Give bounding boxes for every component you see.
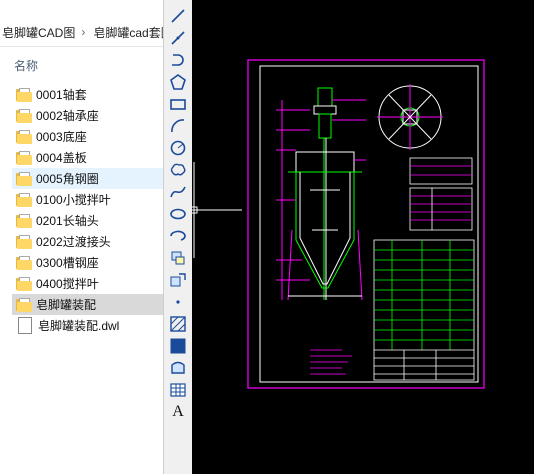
folder-item[interactable]: 0400搅拌叶 — [12, 273, 163, 294]
insert-block-icon[interactable] — [168, 248, 188, 268]
file-icon — [18, 317, 32, 334]
arc-icon[interactable] — [168, 116, 188, 136]
ellipse-arc-icon[interactable] — [168, 226, 188, 246]
folder-icon — [16, 192, 32, 207]
folder-icon — [16, 276, 32, 291]
file-list: 0001轴套 0002轴承座 0003底座 0004盖板 0005角钢圈 0100小搅拌叶… — [12, 84, 163, 336]
file-explorer-pane: 皂脚罐CAD图 › 皂脚罐cad套图 名称 0001轴套 0002轴承座 0003底… — [0, 0, 163, 474]
item-label: 0202过渡接头 — [36, 235, 111, 249]
item-label: 0300槽钢座 — [36, 256, 99, 270]
item-label: 皂脚罐装配.dwl — [38, 319, 120, 333]
arc-polyline-icon[interactable] — [168, 50, 188, 70]
drawing-frame — [259, 65, 479, 383]
folder-item[interactable]: 皂脚罐装配 — [12, 294, 163, 315]
point-icon[interactable] — [168, 292, 188, 312]
item-label: 0004盖板 — [36, 151, 87, 165]
cad-drawing — [192, 59, 485, 389]
technical-notes — [310, 349, 352, 375]
parts-list — [373, 239, 475, 381]
item-label: 0100小搅拌叶 — [36, 193, 111, 207]
folder-icon — [16, 297, 32, 312]
rectangle-icon[interactable] — [168, 94, 188, 114]
make-block-icon[interactable] — [168, 270, 188, 290]
crosshair-cursor-icon — [192, 162, 242, 258]
folder-item[interactable]: 0004盖板 — [12, 147, 163, 168]
folder-item[interactable]: 0001轴套 — [12, 84, 163, 105]
breadcrumb-separator-icon: › — [81, 25, 86, 39]
multiline-text-label: A — [172, 403, 184, 420]
breadcrumb: 皂脚罐CAD图 › 皂脚罐cad套图 — [0, 18, 163, 47]
revision-cloud-icon[interactable] — [168, 160, 188, 180]
file-item[interactable]: 皂脚罐装配.dwl — [12, 315, 163, 336]
item-label: 0003底座 — [36, 130, 87, 144]
draw-toolbar: A — [163, 0, 193, 474]
item-label: 0002轴承座 — [36, 109, 99, 123]
line-icon[interactable] — [168, 6, 188, 26]
folder-item[interactable]: 0201长轴头 — [12, 210, 163, 231]
item-label: 0001轴套 — [36, 88, 87, 102]
item-label: 0201长轴头 — [36, 214, 99, 228]
folder-item[interactable]: 0005角钢圈 — [12, 168, 163, 189]
ellipse-icon[interactable] — [168, 204, 188, 224]
folder-icon — [16, 171, 32, 186]
vessel-assembly — [276, 87, 366, 301]
folder-icon — [16, 87, 32, 102]
table-icon[interactable] — [168, 380, 188, 400]
sheet-border — [247, 59, 485, 389]
multiline-text-icon[interactable]: A — [168, 402, 188, 422]
folder-item[interactable]: 0003底座 — [12, 126, 163, 147]
item-label: 0400搅拌叶 — [36, 277, 99, 291]
polyline-icon[interactable] — [168, 28, 188, 48]
hatch-icon[interactable] — [168, 314, 188, 334]
breadcrumb-item-current[interactable]: 皂脚罐cad套图 — [93, 24, 163, 41]
gradient-icon[interactable] — [168, 336, 188, 356]
folder-item[interactable]: 0100小搅拌叶 — [12, 189, 163, 210]
item-label: 0005角钢圈 — [36, 172, 99, 186]
polygon-icon[interactable] — [168, 72, 188, 92]
breadcrumb-item-parent[interactable]: 皂脚罐CAD图 — [2, 24, 75, 41]
folder-item[interactable]: 0002轴承座 — [12, 105, 163, 126]
spec-tables — [409, 157, 473, 231]
folder-icon — [16, 150, 32, 165]
folder-icon — [16, 255, 32, 270]
spline-icon[interactable] — [168, 182, 188, 202]
drawing-canvas[interactable] — [192, 0, 534, 474]
folder-icon — [16, 108, 32, 123]
folder-icon — [16, 213, 32, 228]
folder-icon — [16, 129, 32, 144]
folder-item[interactable]: 0202过渡接头 — [12, 231, 163, 252]
item-label: 皂脚罐装配 — [36, 298, 97, 312]
column-header-name[interactable]: 名称 — [14, 57, 38, 74]
top-view — [377, 84, 443, 150]
folder-item[interactable]: 0300槽钢座 — [12, 252, 163, 273]
region-icon[interactable] — [168, 358, 188, 378]
folder-icon — [16, 234, 32, 249]
circle-icon[interactable] — [168, 138, 188, 158]
